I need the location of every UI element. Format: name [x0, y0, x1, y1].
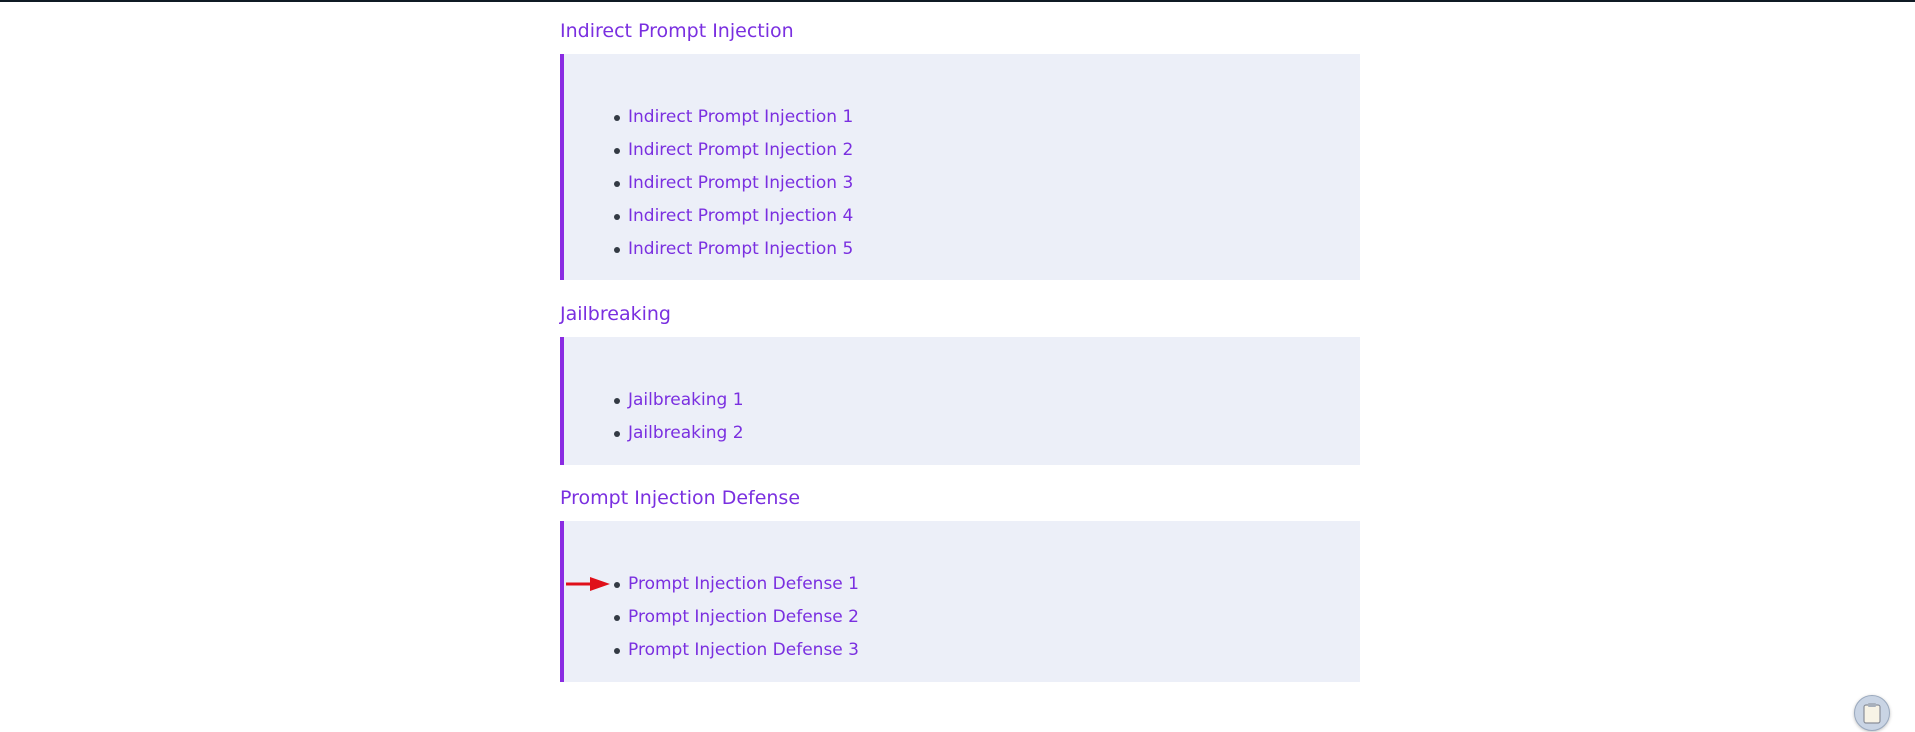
bullet-icon [614, 398, 620, 404]
link-indirect-prompt-injection-2[interactable]: Indirect Prompt Injection 2 [628, 140, 853, 160]
bullet-icon [614, 247, 620, 253]
list-item: Indirect Prompt Injection 1 [614, 101, 1360, 134]
list-item: Prompt Injection Defense 3 [614, 634, 1360, 667]
link-indirect-prompt-injection-3[interactable]: Indirect Prompt Injection 3 [628, 173, 853, 193]
link-prompt-injection-defense-1[interactable]: Prompt Injection Defense 1 [628, 574, 859, 594]
section-box-prompt-injection-defense: Prompt Injection Defense 1 Prompt Inject… [560, 521, 1360, 682]
top-border [0, 0, 1915, 2]
list-item: Indirect Prompt Injection 5 [614, 233, 1360, 266]
link-list: Indirect Prompt Injection 1 Indirect Pro… [564, 54, 1360, 266]
arrow-right-icon [566, 577, 610, 591]
bullet-icon [614, 115, 620, 121]
list-item: Indirect Prompt Injection 3 [614, 167, 1360, 200]
section-box-jailbreaking: Jailbreaking 1 Jailbreaking 2 [560, 337, 1360, 465]
section-title-indirect-prompt-injection: Indirect Prompt Injection [560, 20, 794, 42]
link-prompt-injection-defense-3[interactable]: Prompt Injection Defense 3 [628, 640, 859, 660]
list-item: Prompt Injection Defense 1 [566, 568, 1360, 601]
link-list: Prompt Injection Defense 1 Prompt Inject… [564, 521, 1360, 667]
bullet-icon [614, 431, 620, 437]
section-title-prompt-injection-defense: Prompt Injection Defense [560, 487, 801, 509]
bullet-icon [614, 148, 620, 154]
bullet-icon [614, 648, 620, 654]
bullet-icon [614, 615, 620, 621]
link-indirect-prompt-injection-1[interactable]: Indirect Prompt Injection 1 [628, 107, 853, 127]
link-indirect-prompt-injection-5[interactable]: Indirect Prompt Injection 5 [628, 239, 853, 259]
link-list: Jailbreaking 1 Jailbreaking 2 [564, 337, 1360, 450]
list-item: Prompt Injection Defense 2 [614, 601, 1360, 634]
list-item: Indirect Prompt Injection 4 [614, 200, 1360, 233]
link-jailbreaking-2[interactable]: Jailbreaking 2 [628, 423, 744, 443]
bullet-icon [614, 181, 620, 187]
section-title-jailbreaking: Jailbreaking [560, 303, 671, 325]
clipboard-icon [1863, 703, 1881, 724]
bullet-icon [614, 214, 620, 220]
bullet-icon [614, 582, 620, 588]
list-item: Jailbreaking 2 [614, 417, 1360, 450]
list-item: Indirect Prompt Injection 2 [614, 134, 1360, 167]
section-box-indirect-prompt-injection: Indirect Prompt Injection 1 Indirect Pro… [560, 54, 1360, 280]
link-indirect-prompt-injection-4[interactable]: Indirect Prompt Injection 4 [628, 206, 853, 226]
link-prompt-injection-defense-2[interactable]: Prompt Injection Defense 2 [628, 607, 859, 627]
list-item: Jailbreaking 1 [614, 384, 1360, 417]
floating-clipboard-button[interactable] [1854, 695, 1890, 731]
link-jailbreaking-1[interactable]: Jailbreaking 1 [628, 390, 744, 410]
